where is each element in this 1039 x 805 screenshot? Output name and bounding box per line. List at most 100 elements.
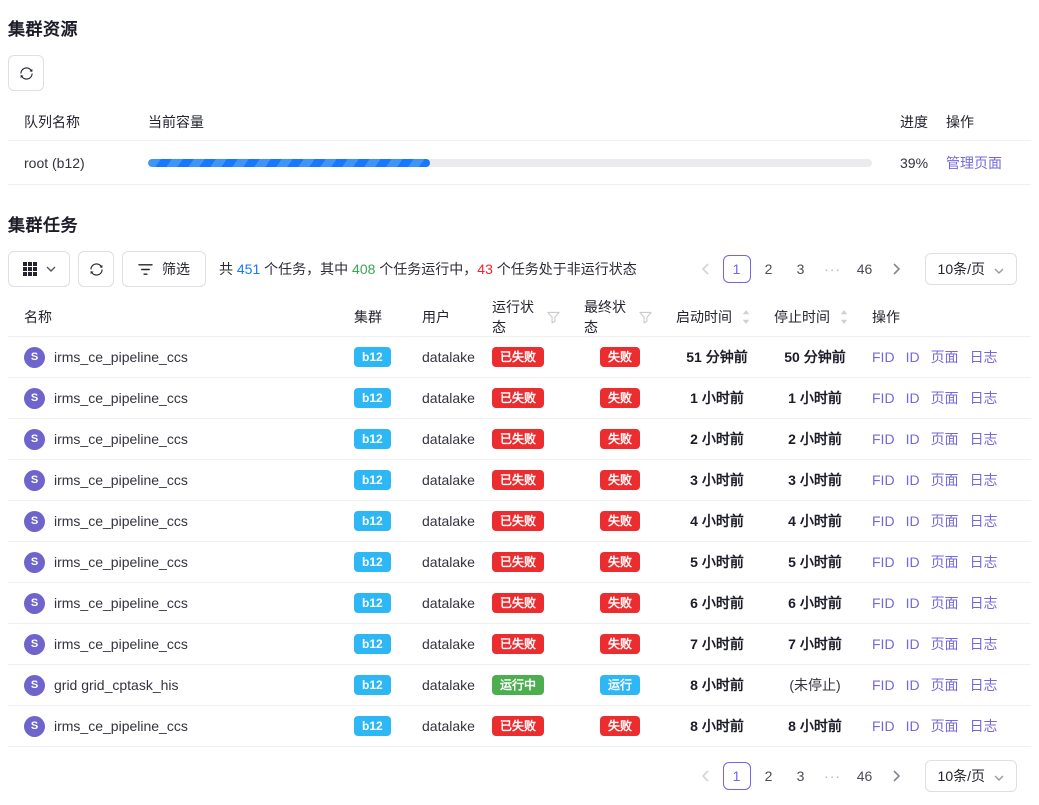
page-link[interactable]: 页面 bbox=[931, 429, 959, 449]
column-stop-time[interactable]: 停止时间 bbox=[758, 307, 856, 327]
log-link[interactable]: 日志 bbox=[970, 552, 998, 572]
resources-refresh-button[interactable] bbox=[8, 55, 44, 91]
start-time: 51 分钟前 bbox=[660, 347, 758, 367]
stop-time: 7 小时前 bbox=[758, 634, 856, 654]
run-status-badge: 已失败 bbox=[492, 552, 544, 572]
log-link[interactable]: 日志 bbox=[970, 511, 998, 531]
log-link[interactable]: 日志 bbox=[970, 716, 998, 736]
next-page-button[interactable] bbox=[883, 762, 911, 790]
page-button-3[interactable]: 3 bbox=[787, 255, 815, 283]
avatar: S bbox=[24, 593, 45, 614]
cluster-badge: b12 bbox=[354, 552, 391, 572]
prev-page-button[interactable] bbox=[691, 255, 719, 283]
stop-time: 5 小时前 bbox=[758, 552, 856, 572]
page-link[interactable]: 页面 bbox=[931, 511, 959, 531]
fid-link[interactable]: FID bbox=[872, 513, 895, 529]
log-link[interactable]: 日志 bbox=[970, 675, 998, 695]
page-button-3[interactable]: 3 bbox=[787, 762, 815, 790]
fid-link[interactable]: FID bbox=[872, 349, 895, 365]
fid-link[interactable]: FID bbox=[872, 554, 895, 570]
page-ellipsis[interactable]: ··· bbox=[819, 255, 847, 283]
log-link[interactable]: 日志 bbox=[970, 347, 998, 367]
fid-link[interactable]: FID bbox=[872, 595, 895, 611]
user-name: datalake bbox=[406, 718, 476, 734]
page-link[interactable]: 页面 bbox=[931, 634, 959, 654]
column-run-status-label: 运行状态 bbox=[492, 297, 547, 337]
funnel-filter-icon[interactable] bbox=[547, 311, 560, 324]
stats-mid2: 个任务运行中， bbox=[375, 261, 477, 277]
page-button-2[interactable]: 2 bbox=[755, 255, 783, 283]
run-status-badge: 运行中 bbox=[492, 675, 544, 695]
log-link[interactable]: 日志 bbox=[970, 470, 998, 490]
page-button-1[interactable]: 1 bbox=[723, 762, 751, 790]
page-size-select[interactable]: 10条/页 bbox=[925, 253, 1017, 285]
sort-icon[interactable] bbox=[840, 310, 848, 324]
next-page-button[interactable] bbox=[883, 255, 911, 283]
fid-link[interactable]: FID bbox=[872, 677, 895, 693]
avatar: S bbox=[24, 675, 45, 696]
task-name: irms_ce_pipeline_ccs bbox=[54, 595, 188, 611]
filter-icon bbox=[138, 263, 153, 276]
tasks-refresh-button[interactable] bbox=[78, 251, 114, 287]
page-link[interactable]: 页面 bbox=[931, 470, 959, 490]
page-link[interactable]: 页面 bbox=[931, 593, 959, 613]
fid-link[interactable]: FID bbox=[872, 718, 895, 734]
fid-link[interactable]: FID bbox=[872, 431, 895, 447]
page-button-46[interactable]: 46 bbox=[851, 762, 879, 790]
fid-link[interactable]: FID bbox=[872, 390, 895, 406]
fid-link[interactable]: FID bbox=[872, 636, 895, 652]
page-ellipsis[interactable]: ··· bbox=[819, 762, 847, 790]
table-row: S grid grid_cptask_his b12 datalake 运行中 … bbox=[8, 665, 1031, 706]
table-row: S irms_ce_pipeline_ccs b12 datalake 已失败 … bbox=[8, 624, 1031, 665]
log-link[interactable]: 日志 bbox=[970, 593, 998, 613]
user-name: datalake bbox=[406, 349, 476, 365]
task-name: irms_ce_pipeline_ccs bbox=[54, 513, 188, 529]
column-name: 名称 bbox=[8, 307, 338, 327]
page-button-2[interactable]: 2 bbox=[755, 762, 783, 790]
funnel-filter-icon[interactable] bbox=[639, 311, 652, 324]
sort-icon[interactable] bbox=[742, 310, 750, 324]
log-link[interactable]: 日志 bbox=[970, 388, 998, 408]
id-link[interactable]: ID bbox=[906, 390, 920, 406]
id-link[interactable]: ID bbox=[906, 554, 920, 570]
page-link[interactable]: 页面 bbox=[931, 552, 959, 572]
refresh-icon bbox=[89, 262, 104, 277]
stats-total-count: 451 bbox=[237, 261, 260, 277]
column-final-status[interactable]: 最终状态 bbox=[568, 297, 660, 337]
column-settings-dropdown-button[interactable] bbox=[8, 251, 70, 287]
prev-page-button[interactable] bbox=[691, 762, 719, 790]
page-link[interactable]: 页面 bbox=[931, 716, 959, 736]
column-start-time[interactable]: 启动时间 bbox=[660, 307, 758, 327]
id-link[interactable]: ID bbox=[906, 431, 920, 447]
resources-table: 队列名称 当前容量 进度 操作 root (b12) 39% 管理页面 bbox=[8, 104, 1031, 185]
id-link[interactable]: ID bbox=[906, 513, 920, 529]
cluster-badge: b12 bbox=[354, 347, 391, 367]
final-status-badge: 失败 bbox=[600, 388, 640, 408]
chevron-down-icon bbox=[994, 261, 1004, 277]
manage-page-link[interactable]: 管理页面 bbox=[946, 155, 1002, 171]
log-link[interactable]: 日志 bbox=[970, 634, 998, 654]
column-run-status[interactable]: 运行状态 bbox=[476, 297, 568, 337]
avatar: S bbox=[24, 347, 45, 368]
stats-mid1: 个任务，其中 bbox=[260, 261, 352, 277]
id-link[interactable]: ID bbox=[906, 349, 920, 365]
filter-button[interactable]: 筛选 bbox=[122, 251, 206, 287]
id-link[interactable]: ID bbox=[906, 472, 920, 488]
user-name: datalake bbox=[406, 595, 476, 611]
log-link[interactable]: 日志 bbox=[970, 429, 998, 449]
id-link[interactable]: ID bbox=[906, 636, 920, 652]
page-link[interactable]: 页面 bbox=[931, 388, 959, 408]
queue-name: root (b12) bbox=[8, 155, 148, 171]
page-button-1[interactable]: 1 bbox=[723, 255, 751, 283]
page-link[interactable]: 页面 bbox=[931, 675, 959, 695]
id-link[interactable]: ID bbox=[906, 718, 920, 734]
page-link[interactable]: 页面 bbox=[931, 347, 959, 367]
cluster-tasks-title: 集群任务 bbox=[8, 211, 1031, 236]
column-final-status-label: 最终状态 bbox=[584, 297, 639, 337]
fid-link[interactable]: FID bbox=[872, 472, 895, 488]
id-link[interactable]: ID bbox=[906, 595, 920, 611]
stats-running-count: 408 bbox=[352, 261, 375, 277]
page-button-46[interactable]: 46 bbox=[851, 255, 879, 283]
id-link[interactable]: ID bbox=[906, 677, 920, 693]
page-size-select[interactable]: 10条/页 bbox=[925, 760, 1017, 792]
